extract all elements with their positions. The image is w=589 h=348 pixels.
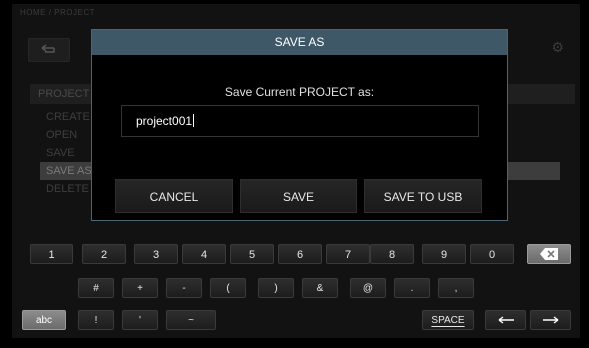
key-5[interactable]: 5 bbox=[230, 244, 274, 264]
space-key[interactable]: SPACE bbox=[422, 310, 474, 330]
save-button[interactable]: SAVE bbox=[240, 179, 357, 213]
dialog-prompt: Save Current PROJECT as: bbox=[224, 85, 375, 99]
key-6[interactable]: 6 bbox=[278, 244, 322, 264]
save-as-dialog: SAVE AS Save Current PROJECT as: project… bbox=[91, 29, 508, 221]
project-name-input[interactable]: project001 bbox=[121, 105, 479, 137]
cursor-right-key[interactable] bbox=[530, 310, 571, 330]
text-caret bbox=[193, 114, 195, 127]
key-7[interactable]: 7 bbox=[326, 244, 370, 264]
backspace-key[interactable] bbox=[527, 244, 571, 264]
cursor-left-key[interactable] bbox=[485, 310, 526, 330]
screen: HOME / PROJECT ⚙ PROJECT CREATE OPEN SAV… bbox=[12, 4, 580, 338]
cancel-button[interactable]: CANCEL bbox=[115, 179, 233, 213]
abc-mode-key[interactable]: abc bbox=[22, 310, 66, 330]
key-3[interactable]: 3 bbox=[134, 244, 178, 264]
arrow-left-icon bbox=[498, 316, 514, 324]
key-0[interactable]: 0 bbox=[470, 244, 514, 264]
breadcrumb: HOME / PROJECT bbox=[20, 8, 96, 17]
key-open-paren[interactable]: ( bbox=[210, 278, 246, 298]
key-period[interactable]: . bbox=[394, 278, 430, 298]
backspace-icon bbox=[540, 248, 558, 261]
gear-icon[interactable]: ⚙ bbox=[551, 40, 564, 54]
key-4[interactable]: 4 bbox=[182, 244, 226, 264]
key-plus[interactable]: + bbox=[122, 278, 158, 298]
key-2[interactable]: 2 bbox=[82, 244, 126, 264]
project-name-value: project001 bbox=[136, 114, 195, 128]
key-close-paren[interactable]: ) bbox=[258, 278, 294, 298]
space-key-label: SPACE bbox=[431, 315, 465, 326]
key-at[interactable]: @ bbox=[350, 278, 386, 298]
menu-title: PROJECT bbox=[38, 88, 90, 100]
key-minus[interactable]: - bbox=[166, 278, 202, 298]
key-comma[interactable]: , bbox=[438, 278, 474, 298]
key-ampersand[interactable]: & bbox=[302, 278, 338, 298]
key-tilde[interactable]: ~ bbox=[166, 310, 216, 330]
dialog-title: SAVE AS bbox=[92, 30, 507, 55]
key-9[interactable]: 9 bbox=[422, 244, 466, 264]
save-to-usb-button[interactable]: SAVE TO USB bbox=[364, 179, 482, 213]
key-8[interactable]: 8 bbox=[370, 244, 414, 264]
key-hash[interactable]: # bbox=[78, 278, 114, 298]
key-apostrophe[interactable]: ' bbox=[122, 310, 158, 330]
key-exclamation[interactable]: ! bbox=[78, 310, 114, 330]
key-1[interactable]: 1 bbox=[30, 244, 73, 264]
back-arrow-icon bbox=[41, 44, 55, 53]
back-button[interactable] bbox=[28, 38, 70, 62]
arrow-right-icon bbox=[542, 316, 558, 324]
